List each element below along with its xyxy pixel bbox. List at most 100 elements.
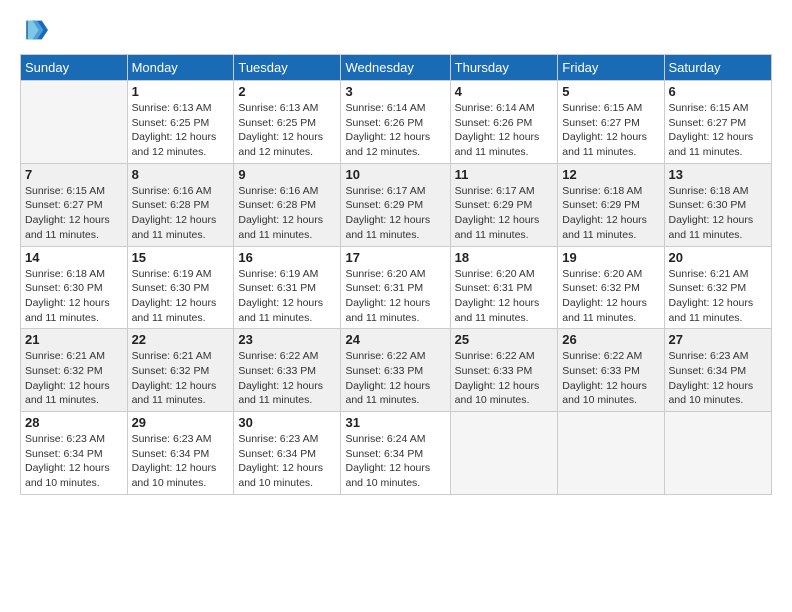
day-cell: 1 Sunrise: 6:13 AM Sunset: 6:25 PM Daylig… bbox=[127, 81, 234, 164]
day-cell: 22 Sunrise: 6:21 AM Sunset: 6:32 PM Dayli… bbox=[127, 329, 234, 412]
day-cell: 12Sunrise: 6:18 AM Sunset: 6:29 PM Dayli… bbox=[558, 163, 664, 246]
day-number: 17 bbox=[345, 250, 445, 265]
day-info: Sunrise: 6:17 AM Sunset: 6:29 PM Dayligh… bbox=[345, 184, 445, 243]
day-cell: 21Sunrise: 6:21 AM Sunset: 6:32 PM Dayli… bbox=[21, 329, 128, 412]
day-info: Sunrise: 6:21 AM Sunset: 6:32 PM Dayligh… bbox=[25, 349, 123, 408]
day-number: 28 bbox=[25, 415, 123, 430]
day-info: Sunrise: 6:21 AM Sunset: 6:32 PM Dayligh… bbox=[132, 349, 230, 408]
header bbox=[20, 16, 772, 44]
day-number: 19 bbox=[562, 250, 659, 265]
day-cell: 4 Sunrise: 6:14 AM Sunset: 6:26 PM Daylig… bbox=[450, 81, 558, 164]
day-info: Sunrise: 6:22 AM Sunset: 6:33 PM Dayligh… bbox=[238, 349, 336, 408]
day-cell: 28 Sunrise: 6:23 AM Sunset: 6:34 PM Dayli… bbox=[21, 412, 128, 495]
day-info: Sunrise: 6:20 AM Sunset: 6:31 PM Dayligh… bbox=[345, 267, 445, 326]
day-cell: 10 Sunrise: 6:17 AM Sunset: 6:29 PM Dayli… bbox=[341, 163, 450, 246]
day-number: 26 bbox=[562, 332, 659, 347]
day-cell: 16 Sunrise: 6:19 AM Sunset: 6:31 PM Dayli… bbox=[234, 246, 341, 329]
day-number: 24 bbox=[345, 332, 445, 347]
day-cell: 6Sunrise: 6:15 AM Sunset: 6:27 PM Daylig… bbox=[664, 81, 771, 164]
day-number: 8 bbox=[132, 167, 230, 182]
day-info: Sunrise: 6:15 AM Sunset: 6:27 PM Dayligh… bbox=[562, 101, 659, 160]
page: SundayMondayTuesdayWednesdayThursdayFrid… bbox=[0, 0, 792, 612]
day-number: 4 bbox=[455, 84, 554, 99]
week-row-1: 1 Sunrise: 6:13 AM Sunset: 6:25 PM Daylig… bbox=[21, 81, 772, 164]
day-info: Sunrise: 6:23 AM Sunset: 6:34 PM Dayligh… bbox=[238, 432, 336, 491]
day-number: 6 bbox=[669, 84, 767, 99]
logo bbox=[20, 16, 52, 44]
day-info: Sunrise: 6:15 AM Sunset: 6:27 PM Dayligh… bbox=[25, 184, 123, 243]
day-info: Sunrise: 6:13 AM Sunset: 6:25 PM Dayligh… bbox=[238, 101, 336, 160]
day-number: 11 bbox=[455, 167, 554, 182]
day-cell: 14Sunrise: 6:18 AM Sunset: 6:30 PM Dayli… bbox=[21, 246, 128, 329]
day-cell: 30Sunrise: 6:23 AM Sunset: 6:34 PM Dayli… bbox=[234, 412, 341, 495]
day-number: 16 bbox=[238, 250, 336, 265]
day-number: 2 bbox=[238, 84, 336, 99]
week-row-4: 21Sunrise: 6:21 AM Sunset: 6:32 PM Dayli… bbox=[21, 329, 772, 412]
day-cell: 5 Sunrise: 6:15 AM Sunset: 6:27 PM Daylig… bbox=[558, 81, 664, 164]
day-cell bbox=[450, 412, 558, 495]
logo-icon bbox=[20, 16, 48, 44]
week-row-5: 28 Sunrise: 6:23 AM Sunset: 6:34 PM Dayli… bbox=[21, 412, 772, 495]
day-info: Sunrise: 6:20 AM Sunset: 6:31 PM Dayligh… bbox=[455, 267, 554, 326]
day-number: 3 bbox=[345, 84, 445, 99]
col-header-tuesday: Tuesday bbox=[234, 55, 341, 81]
day-info: Sunrise: 6:14 AM Sunset: 6:26 PM Dayligh… bbox=[345, 101, 445, 160]
day-number: 12 bbox=[562, 167, 659, 182]
day-cell: 31 Sunrise: 6:24 AM Sunset: 6:34 PM Dayli… bbox=[341, 412, 450, 495]
col-header-sunday: Sunday bbox=[21, 55, 128, 81]
day-cell bbox=[558, 412, 664, 495]
calendar: SundayMondayTuesdayWednesdayThursdayFrid… bbox=[20, 54, 772, 495]
day-cell: 29Sunrise: 6:23 AM Sunset: 6:34 PM Dayli… bbox=[127, 412, 234, 495]
day-info: Sunrise: 6:19 AM Sunset: 6:30 PM Dayligh… bbox=[132, 267, 230, 326]
day-info: Sunrise: 6:16 AM Sunset: 6:28 PM Dayligh… bbox=[132, 184, 230, 243]
col-header-monday: Monday bbox=[127, 55, 234, 81]
day-cell: 13 Sunrise: 6:18 AM Sunset: 6:30 PM Dayli… bbox=[664, 163, 771, 246]
day-cell: 23 Sunrise: 6:22 AM Sunset: 6:33 PM Dayli… bbox=[234, 329, 341, 412]
day-info: Sunrise: 6:14 AM Sunset: 6:26 PM Dayligh… bbox=[455, 101, 554, 160]
day-info: Sunrise: 6:24 AM Sunset: 6:34 PM Dayligh… bbox=[345, 432, 445, 491]
day-cell: 3 Sunrise: 6:14 AM Sunset: 6:26 PM Daylig… bbox=[341, 81, 450, 164]
day-number: 18 bbox=[455, 250, 554, 265]
day-info: Sunrise: 6:19 AM Sunset: 6:31 PM Dayligh… bbox=[238, 267, 336, 326]
day-number: 23 bbox=[238, 332, 336, 347]
day-info: Sunrise: 6:23 AM Sunset: 6:34 PM Dayligh… bbox=[25, 432, 123, 491]
day-cell: 27Sunrise: 6:23 AM Sunset: 6:34 PM Dayli… bbox=[664, 329, 771, 412]
day-info: Sunrise: 6:22 AM Sunset: 6:33 PM Dayligh… bbox=[455, 349, 554, 408]
day-cell: 18 Sunrise: 6:20 AM Sunset: 6:31 PM Dayli… bbox=[450, 246, 558, 329]
day-cell: 9 Sunrise: 6:16 AM Sunset: 6:28 PM Daylig… bbox=[234, 163, 341, 246]
day-number: 5 bbox=[562, 84, 659, 99]
day-number: 25 bbox=[455, 332, 554, 347]
day-info: Sunrise: 6:22 AM Sunset: 6:33 PM Dayligh… bbox=[345, 349, 445, 408]
col-header-wednesday: Wednesday bbox=[341, 55, 450, 81]
week-row-2: 7Sunrise: 6:15 AM Sunset: 6:27 PM Daylig… bbox=[21, 163, 772, 246]
day-number: 15 bbox=[132, 250, 230, 265]
day-number: 27 bbox=[669, 332, 767, 347]
week-row-3: 14Sunrise: 6:18 AM Sunset: 6:30 PM Dayli… bbox=[21, 246, 772, 329]
day-cell: 19 Sunrise: 6:20 AM Sunset: 6:32 PM Dayli… bbox=[558, 246, 664, 329]
day-cell: 2 Sunrise: 6:13 AM Sunset: 6:25 PM Daylig… bbox=[234, 81, 341, 164]
header-row: SundayMondayTuesdayWednesdayThursdayFrid… bbox=[21, 55, 772, 81]
day-cell: 26Sunrise: 6:22 AM Sunset: 6:33 PM Dayli… bbox=[558, 329, 664, 412]
day-cell: 25 Sunrise: 6:22 AM Sunset: 6:33 PM Dayli… bbox=[450, 329, 558, 412]
day-number: 22 bbox=[132, 332, 230, 347]
day-cell bbox=[664, 412, 771, 495]
day-info: Sunrise: 6:21 AM Sunset: 6:32 PM Dayligh… bbox=[669, 267, 767, 326]
day-number: 9 bbox=[238, 167, 336, 182]
day-info: Sunrise: 6:23 AM Sunset: 6:34 PM Dayligh… bbox=[132, 432, 230, 491]
day-cell: 24 Sunrise: 6:22 AM Sunset: 6:33 PM Dayli… bbox=[341, 329, 450, 412]
day-number: 20 bbox=[669, 250, 767, 265]
day-info: Sunrise: 6:18 AM Sunset: 6:30 PM Dayligh… bbox=[669, 184, 767, 243]
day-info: Sunrise: 6:13 AM Sunset: 6:25 PM Dayligh… bbox=[132, 101, 230, 160]
day-number: 31 bbox=[345, 415, 445, 430]
day-cell: 7Sunrise: 6:15 AM Sunset: 6:27 PM Daylig… bbox=[21, 163, 128, 246]
day-info: Sunrise: 6:18 AM Sunset: 6:30 PM Dayligh… bbox=[25, 267, 123, 326]
col-header-saturday: Saturday bbox=[664, 55, 771, 81]
day-cell: 15 Sunrise: 6:19 AM Sunset: 6:30 PM Dayli… bbox=[127, 246, 234, 329]
day-info: Sunrise: 6:20 AM Sunset: 6:32 PM Dayligh… bbox=[562, 267, 659, 326]
day-cell: 20 Sunrise: 6:21 AM Sunset: 6:32 PM Dayli… bbox=[664, 246, 771, 329]
day-number: 1 bbox=[132, 84, 230, 99]
day-info: Sunrise: 6:16 AM Sunset: 6:28 PM Dayligh… bbox=[238, 184, 336, 243]
day-number: 13 bbox=[669, 167, 767, 182]
day-number: 10 bbox=[345, 167, 445, 182]
day-cell: 8 Sunrise: 6:16 AM Sunset: 6:28 PM Daylig… bbox=[127, 163, 234, 246]
